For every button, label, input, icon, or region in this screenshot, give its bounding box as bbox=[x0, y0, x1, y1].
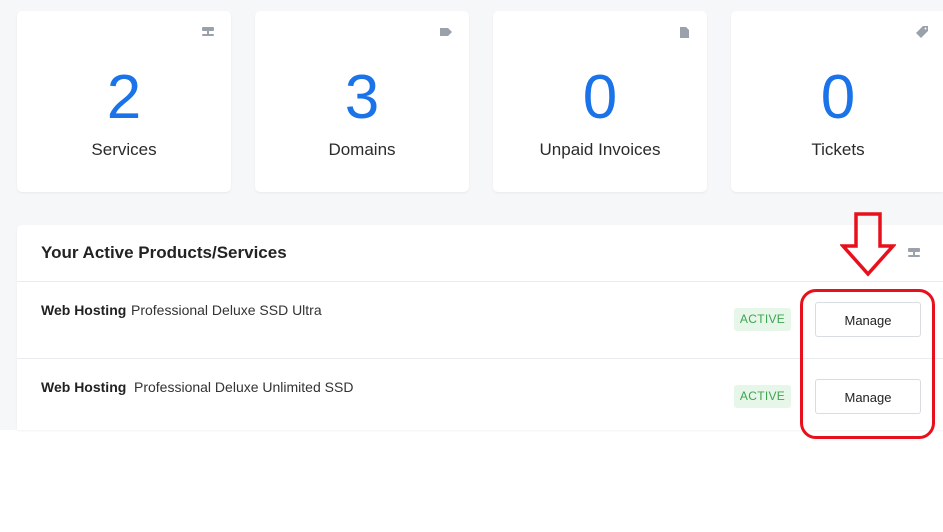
product-name: Professional Deluxe SSD Ultra bbox=[131, 302, 322, 318]
stat-card-domains[interactable]: 3 Domains bbox=[255, 11, 469, 192]
domains-count: 3 bbox=[344, 63, 380, 132]
status-badge: ACTIVE bbox=[734, 308, 791, 331]
panel-title: Your Active Products/Services bbox=[41, 243, 287, 262]
invoices-count: 0 bbox=[582, 63, 618, 132]
tickets-label: Tickets bbox=[811, 140, 865, 159]
document-icon bbox=[677, 25, 691, 39]
stat-card-services[interactable]: 2 Services bbox=[17, 11, 231, 192]
invoices-label: Unpaid Invoices bbox=[539, 140, 661, 159]
product-type: Web Hosting bbox=[41, 302, 127, 318]
tag-icon bbox=[439, 25, 453, 39]
ticket-icon bbox=[915, 25, 929, 39]
services-count: 2 bbox=[106, 63, 142, 132]
tickets-count: 0 bbox=[820, 63, 856, 132]
divider bbox=[17, 281, 943, 282]
stat-card-tickets[interactable]: 0 Tickets bbox=[731, 11, 943, 192]
product-name: Professional Deluxe Unlimited SSD bbox=[134, 379, 354, 395]
annotation-highlight-box bbox=[800, 289, 935, 439]
annotation-arrow-icon bbox=[840, 212, 896, 277]
services-label: Services bbox=[91, 140, 157, 159]
status-badge: ACTIVE bbox=[734, 385, 791, 408]
domains-label: Domains bbox=[328, 140, 396, 159]
server-icon bbox=[907, 246, 921, 260]
server-icon bbox=[201, 25, 215, 39]
stat-card-invoices[interactable]: 0 Unpaid Invoices bbox=[493, 11, 707, 192]
product-type: Web Hosting bbox=[41, 379, 127, 395]
